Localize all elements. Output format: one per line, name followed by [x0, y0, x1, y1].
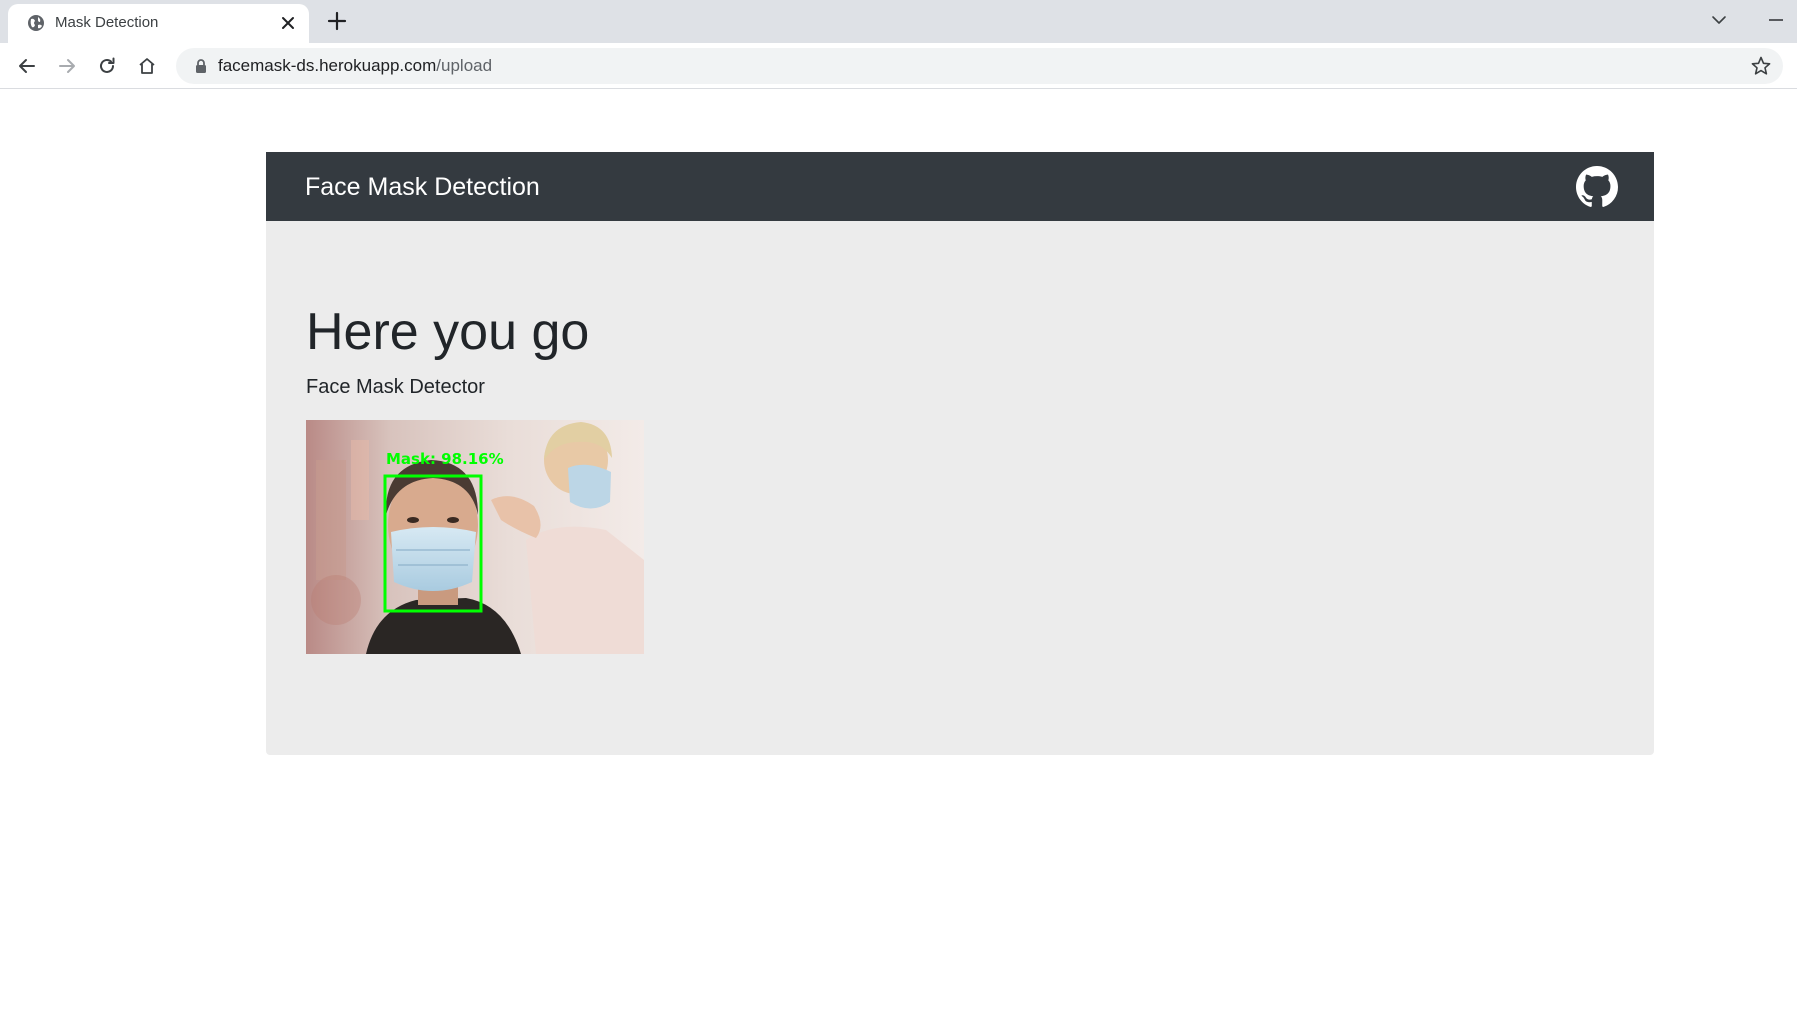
detection-label: Mask: 98.16% — [386, 450, 504, 468]
page-subheading: Face Mask Detector — [306, 376, 485, 398]
arrow-right-icon[interactable] — [54, 53, 80, 79]
star-icon[interactable] — [1750, 55, 1772, 77]
web-page: Face Mask Detection Here you go Face Mas… — [0, 89, 1797, 1017]
tab-title: Mask Detection — [55, 14, 159, 31]
jumbotron: Here you go Face Mask Detector Mask: 98.… — [266, 221, 1654, 755]
home-icon[interactable] — [134, 53, 160, 79]
reload-icon[interactable] — [94, 53, 120, 79]
url-path: /upload — [436, 56, 493, 75]
chevron-down-icon[interactable] — [1708, 9, 1730, 31]
tab-strip: Mask Detection — [0, 0, 1797, 43]
address-bar[interactable]: facemask-ds.herokuapp.com/upload — [176, 48, 1783, 84]
navbar: Face Mask Detection — [266, 152, 1654, 221]
url-host: facemask-ds.herokuapp.com — [218, 56, 437, 75]
plus-icon[interactable] — [326, 10, 348, 32]
github-icon[interactable] — [1576, 166, 1618, 208]
close-icon[interactable] — [278, 13, 298, 33]
url-text[interactable]: facemask-ds.herokuapp.com/upload — [218, 56, 492, 76]
minimize-icon[interactable] — [1765, 9, 1787, 31]
page-heading: Here you go — [306, 303, 590, 361]
detection-result-image: Mask: 98.16% — [306, 420, 644, 654]
browser-tab[interactable]: Mask Detection — [8, 4, 309, 43]
globe-icon — [28, 15, 44, 31]
browser-toolbar: facemask-ds.herokuapp.com/upload — [0, 43, 1797, 89]
lock-icon[interactable] — [192, 57, 210, 75]
navbar-brand[interactable]: Face Mask Detection — [305, 172, 540, 202]
arrow-left-icon[interactable] — [14, 53, 40, 79]
